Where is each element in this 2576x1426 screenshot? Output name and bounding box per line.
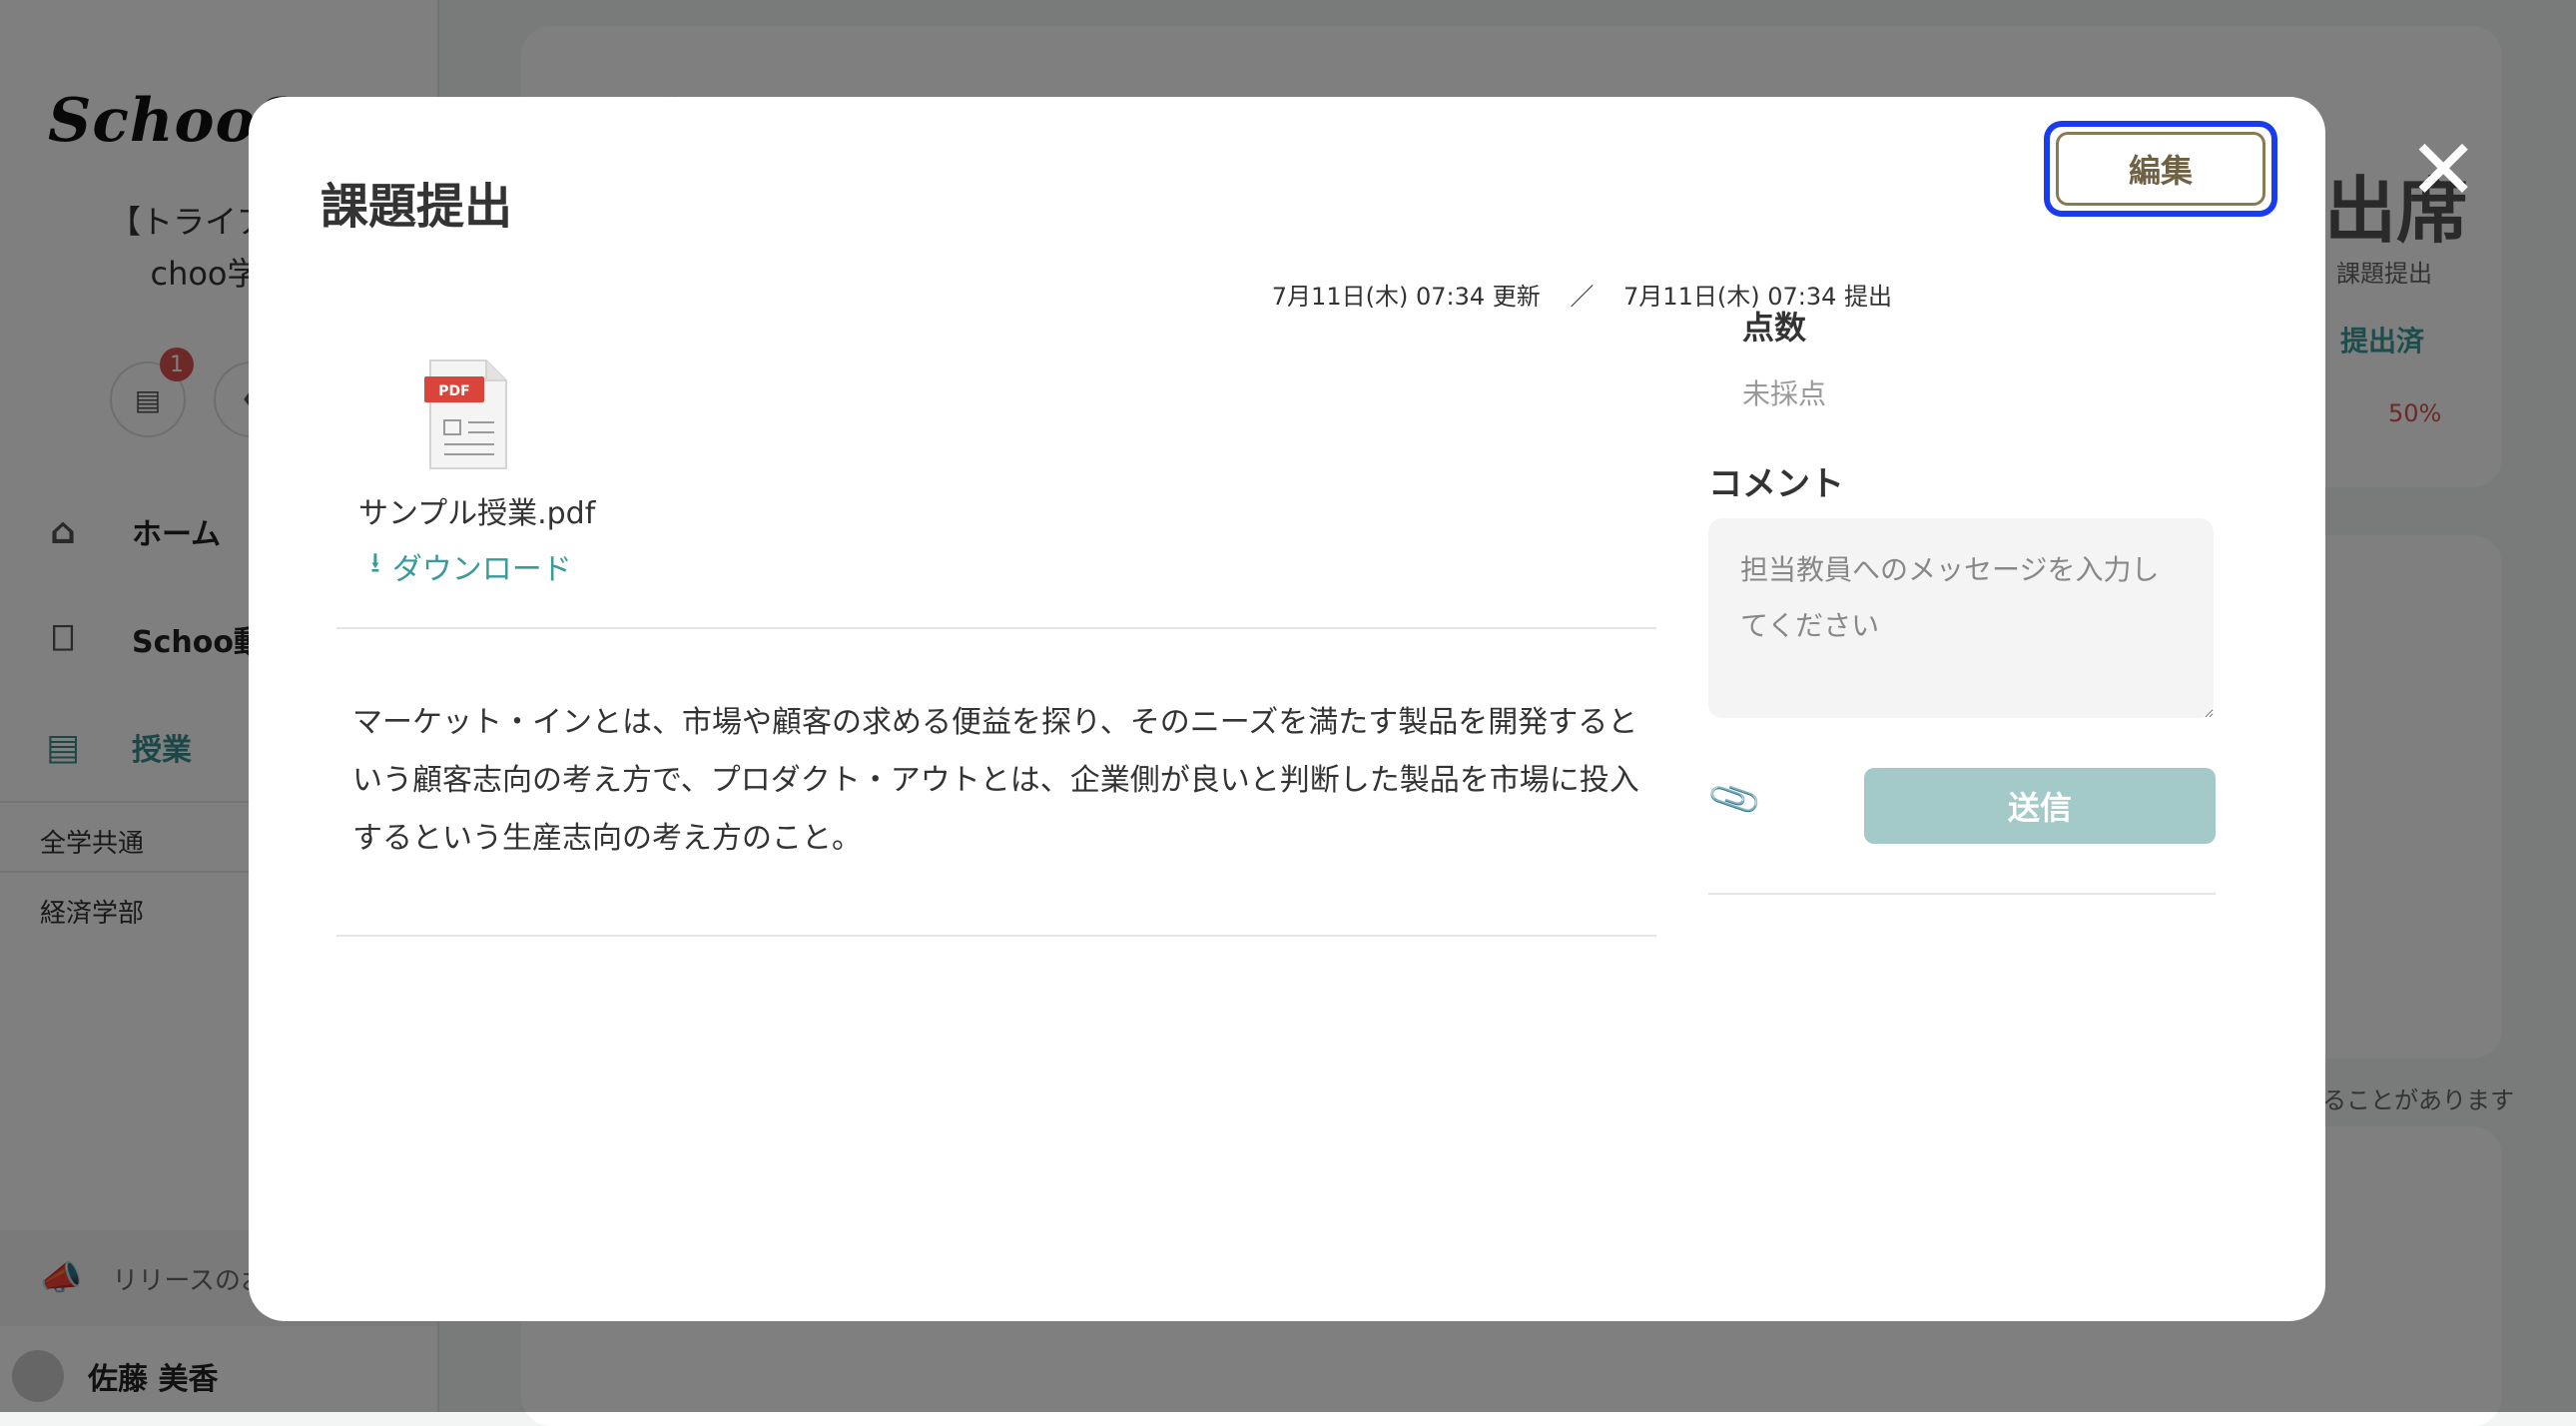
send-button[interactable]: 送信 <box>1864 768 2216 844</box>
close-icon[interactable]: ✕ <box>2408 128 2478 212</box>
score-value: 未採点 <box>1742 377 1827 410</box>
date-separator: ／ <box>1570 283 1595 311</box>
file-name: サンプル授業.pdf <box>358 496 596 531</box>
edit-button[interactable]: 編集 <box>2056 132 2265 206</box>
download-link[interactable]: ⭳ ダウンロード <box>370 542 572 590</box>
download-icon: ⭳ <box>370 546 380 579</box>
updated-date: 7月11日(木) 07:34 更新 <box>1271 283 1541 311</box>
score-label: 点数 <box>1742 309 1807 347</box>
pdf-file-icon[interactable]: PDF <box>424 358 508 470</box>
divider <box>1708 893 2216 895</box>
edit-button-focus-ring[interactable]: 編集 <box>2044 121 2277 217</box>
download-label: ダウンロード <box>391 552 572 587</box>
divider <box>336 627 1656 629</box>
modal-title: 課題提出 <box>321 179 513 235</box>
pdf-badge: PDF <box>438 383 469 399</box>
assignment-modal: 課題提出 編集 7月11日(木) 07:34 更新 ／ 7月11日(木) 07:… <box>249 97 2325 1321</box>
comment-label: コメント <box>1708 464 1844 504</box>
comment-input[interactable] <box>1708 518 2214 718</box>
paperclip-icon[interactable]: 📎 <box>1705 770 1764 828</box>
divider <box>336 935 1656 937</box>
submission-text: マーケット・インとは、市場や顧客の求める便益を探り、そのニーズを満たす製品を開発… <box>352 705 1639 856</box>
